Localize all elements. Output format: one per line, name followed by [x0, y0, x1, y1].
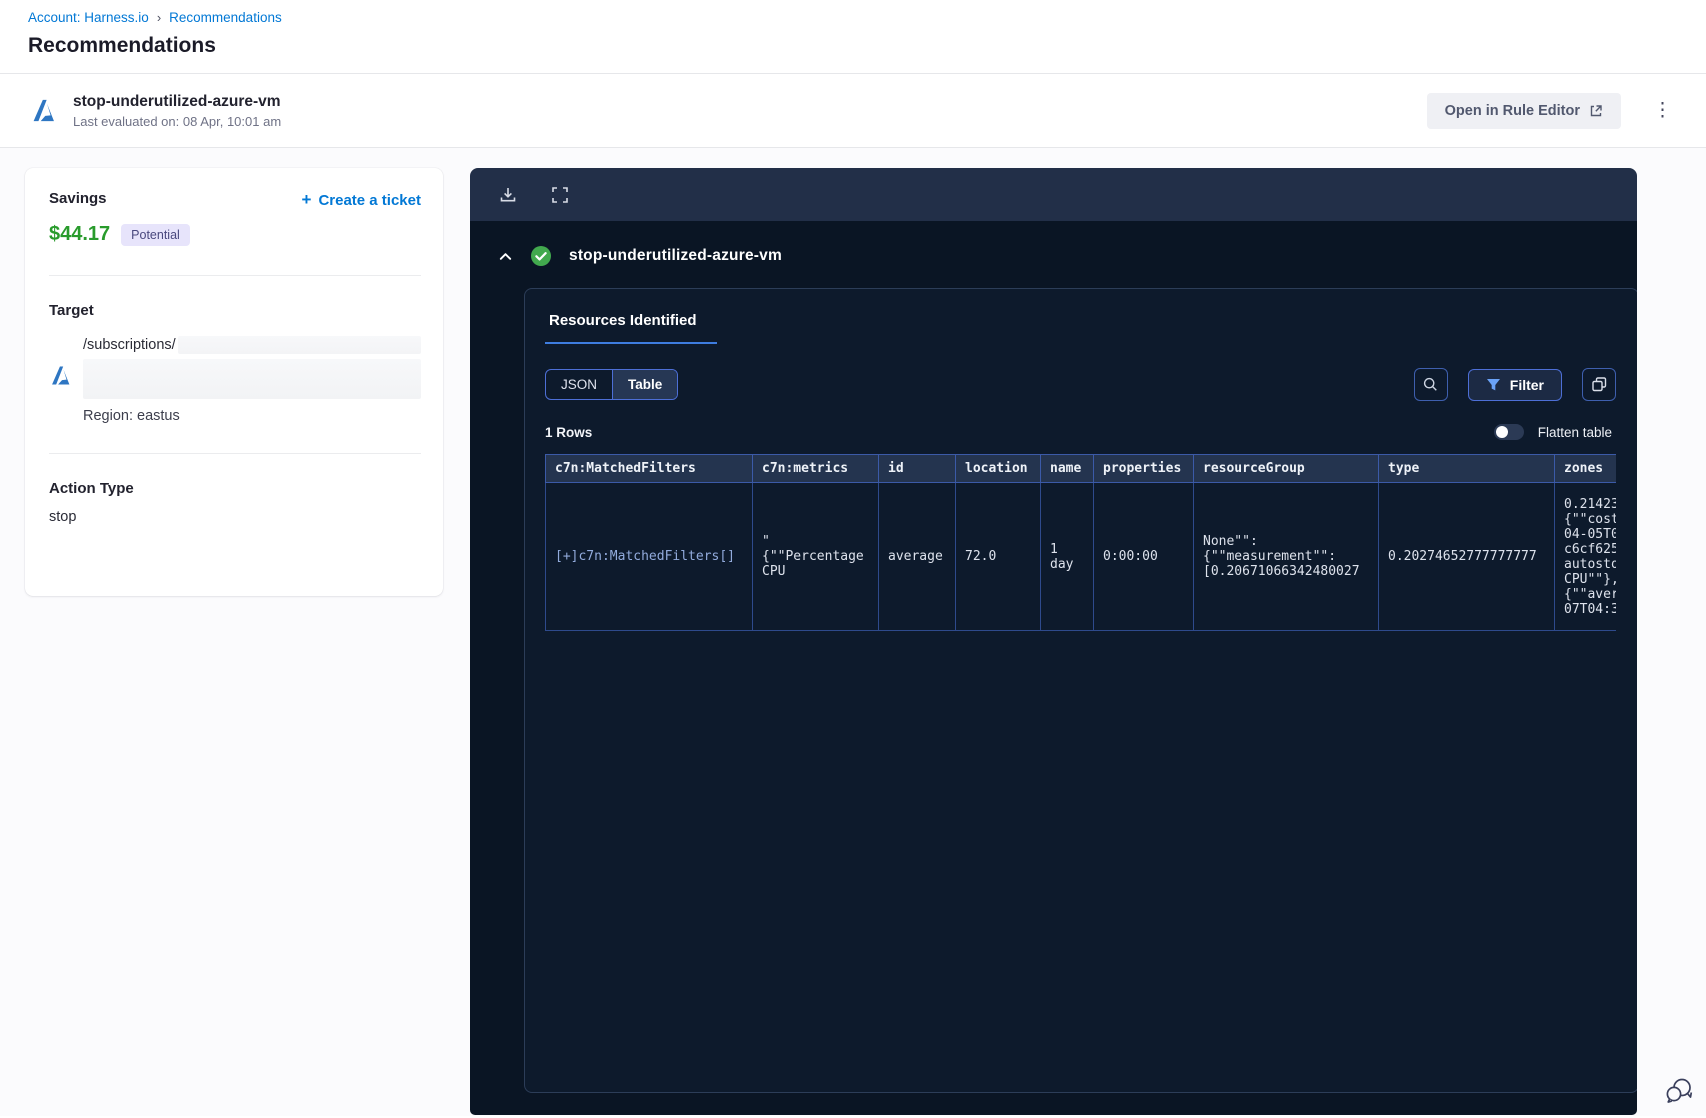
open-in-rule-editor-button[interactable]: Open in Rule Editor	[1426, 92, 1621, 129]
success-check-icon	[531, 246, 551, 266]
column-header[interactable]: resourceGroup	[1193, 454, 1379, 483]
results-table: c7n:MatchedFilters c7n:metrics id locati…	[545, 454, 1616, 631]
potential-badge: Potential	[121, 223, 190, 246]
flatten-table-toggle[interactable]	[1493, 424, 1524, 440]
resources-card: Resources Identified JSON Table Filter 1…	[524, 288, 1637, 1093]
cell-name: 1 day	[1040, 482, 1094, 631]
filter-label: Filter	[1509, 376, 1544, 393]
panel-body: stop-underutilized-azure-vm Resources Id…	[470, 221, 1637, 1115]
table-header-row: c7n:MatchedFilters c7n:metrics id locati…	[545, 454, 1616, 483]
breadcrumb-account-link[interactable]: Account: Harness.io	[28, 10, 149, 25]
column-header[interactable]: c7n:MatchedFilters	[545, 454, 753, 483]
cell-properties: 0:00:00	[1093, 482, 1194, 631]
kebab-menu-icon[interactable]: ⋮	[1647, 97, 1678, 124]
cell-id: average	[878, 482, 956, 631]
content-area: Savings + Create a ticket $44.17 Potenti…	[0, 148, 1706, 1116]
column-header[interactable]: type	[1378, 454, 1555, 483]
redacted-subscription-id	[177, 336, 421, 354]
column-header[interactable]: zones	[1554, 454, 1616, 483]
cell-metrics: " {""Percentage CPU	[752, 482, 879, 631]
breadcrumb-recommendations-link[interactable]: Recommendations	[169, 10, 282, 25]
chat-help-icon[interactable]	[1662, 1074, 1696, 1108]
column-header[interactable]: c7n:metrics	[752, 454, 879, 483]
breadcrumb: Account: Harness.io › Recommendations	[28, 10, 1678, 25]
page-title: Recommendations	[28, 34, 216, 57]
cell-location: 72.0	[955, 482, 1041, 631]
create-ticket-label: Create a ticket	[318, 191, 421, 209]
column-header[interactable]: name	[1040, 454, 1094, 483]
results-table-container: c7n:MatchedFilters c7n:metrics id locati…	[545, 454, 1616, 631]
recommendation-summary-card: Savings + Create a ticket $44.17 Potenti…	[25, 168, 443, 596]
filter-funnel-icon	[1486, 378, 1500, 390]
rule-title-texts: stop-underutilized-azure-vm Last evaluat…	[73, 93, 281, 129]
chevron-up-icon[interactable]	[498, 249, 513, 264]
column-header[interactable]: location	[955, 454, 1041, 483]
download-icon[interactable]	[498, 185, 518, 205]
action-type-value: stop	[49, 509, 77, 525]
savings-value: $44.17	[49, 223, 111, 245]
panel-toolbar	[470, 168, 1637, 221]
divider	[49, 275, 421, 276]
target-block: /subscriptions/ Region: eastus	[49, 336, 421, 424]
create-ticket-button[interactable]: + Create a ticket	[302, 190, 422, 210]
tab-resources-identified[interactable]: Resources Identified	[545, 312, 717, 344]
topbar: Account: Harness.io › Recommendations Re…	[0, 0, 1706, 73]
cell-zones: 0.21423 {""cost 04-05T0 c6cf625 autosto …	[1554, 482, 1616, 631]
view-toggle-table[interactable]: Table	[613, 370, 678, 399]
column-header[interactable]: properties	[1093, 454, 1194, 483]
cell-resource-group: None"": {""measurement"": [0.20671066342…	[1193, 482, 1379, 631]
rows-count: 1 Rows	[545, 424, 593, 440]
toggle-knob	[1495, 426, 1508, 438]
view-toggle: JSON Table	[545, 369, 679, 400]
azure-icon	[52, 366, 70, 385]
view-toggle-json[interactable]: JSON	[546, 370, 614, 399]
matched-filters-expand-link[interactable]: [+]c7n:MatchedFilters[]	[545, 482, 753, 631]
breadcrumb-separator-icon: ›	[156, 10, 162, 25]
panel-rule-title: stop-underutilized-azure-vm	[569, 247, 782, 264]
fullscreen-icon[interactable]	[550, 185, 570, 205]
rule-last-evaluated: Last evaluated on: 08 Apr, 10:01 am	[73, 113, 282, 129]
copy-button[interactable]	[1582, 368, 1616, 401]
redacted-subscription-id	[83, 359, 421, 399]
open-in-rule-editor-label: Open in Rule Editor	[1444, 102, 1580, 119]
search-icon	[1424, 377, 1438, 391]
azure-icon	[33, 99, 54, 122]
cell-type: 0.20274652777777777	[1378, 482, 1555, 631]
target-region: Region: eastus	[83, 408, 180, 424]
evaluation-output-panel: stop-underutilized-azure-vm Resources Id…	[470, 168, 1637, 1115]
search-button[interactable]	[1413, 368, 1448, 401]
copy-icon	[1591, 377, 1606, 392]
plus-icon: +	[301, 190, 312, 209]
column-header[interactable]: id	[878, 454, 956, 483]
flatten-table-label: Flatten table	[1537, 424, 1612, 440]
external-link-icon	[1590, 104, 1602, 116]
target-path: /subscriptions/	[83, 337, 176, 353]
filter-button[interactable]: Filter	[1467, 368, 1562, 401]
rule-titlebar: stop-underutilized-azure-vm Last evaluat…	[0, 74, 1706, 147]
table-row: [+]c7n:MatchedFilters[] " {""Percentage …	[545, 482, 1616, 631]
action-type-label: Action Type	[49, 480, 134, 497]
target-label: Target	[49, 302, 94, 319]
rule-name: stop-underutilized-azure-vm	[73, 92, 281, 110]
savings-label: Savings	[49, 190, 107, 207]
divider	[49, 453, 421, 454]
